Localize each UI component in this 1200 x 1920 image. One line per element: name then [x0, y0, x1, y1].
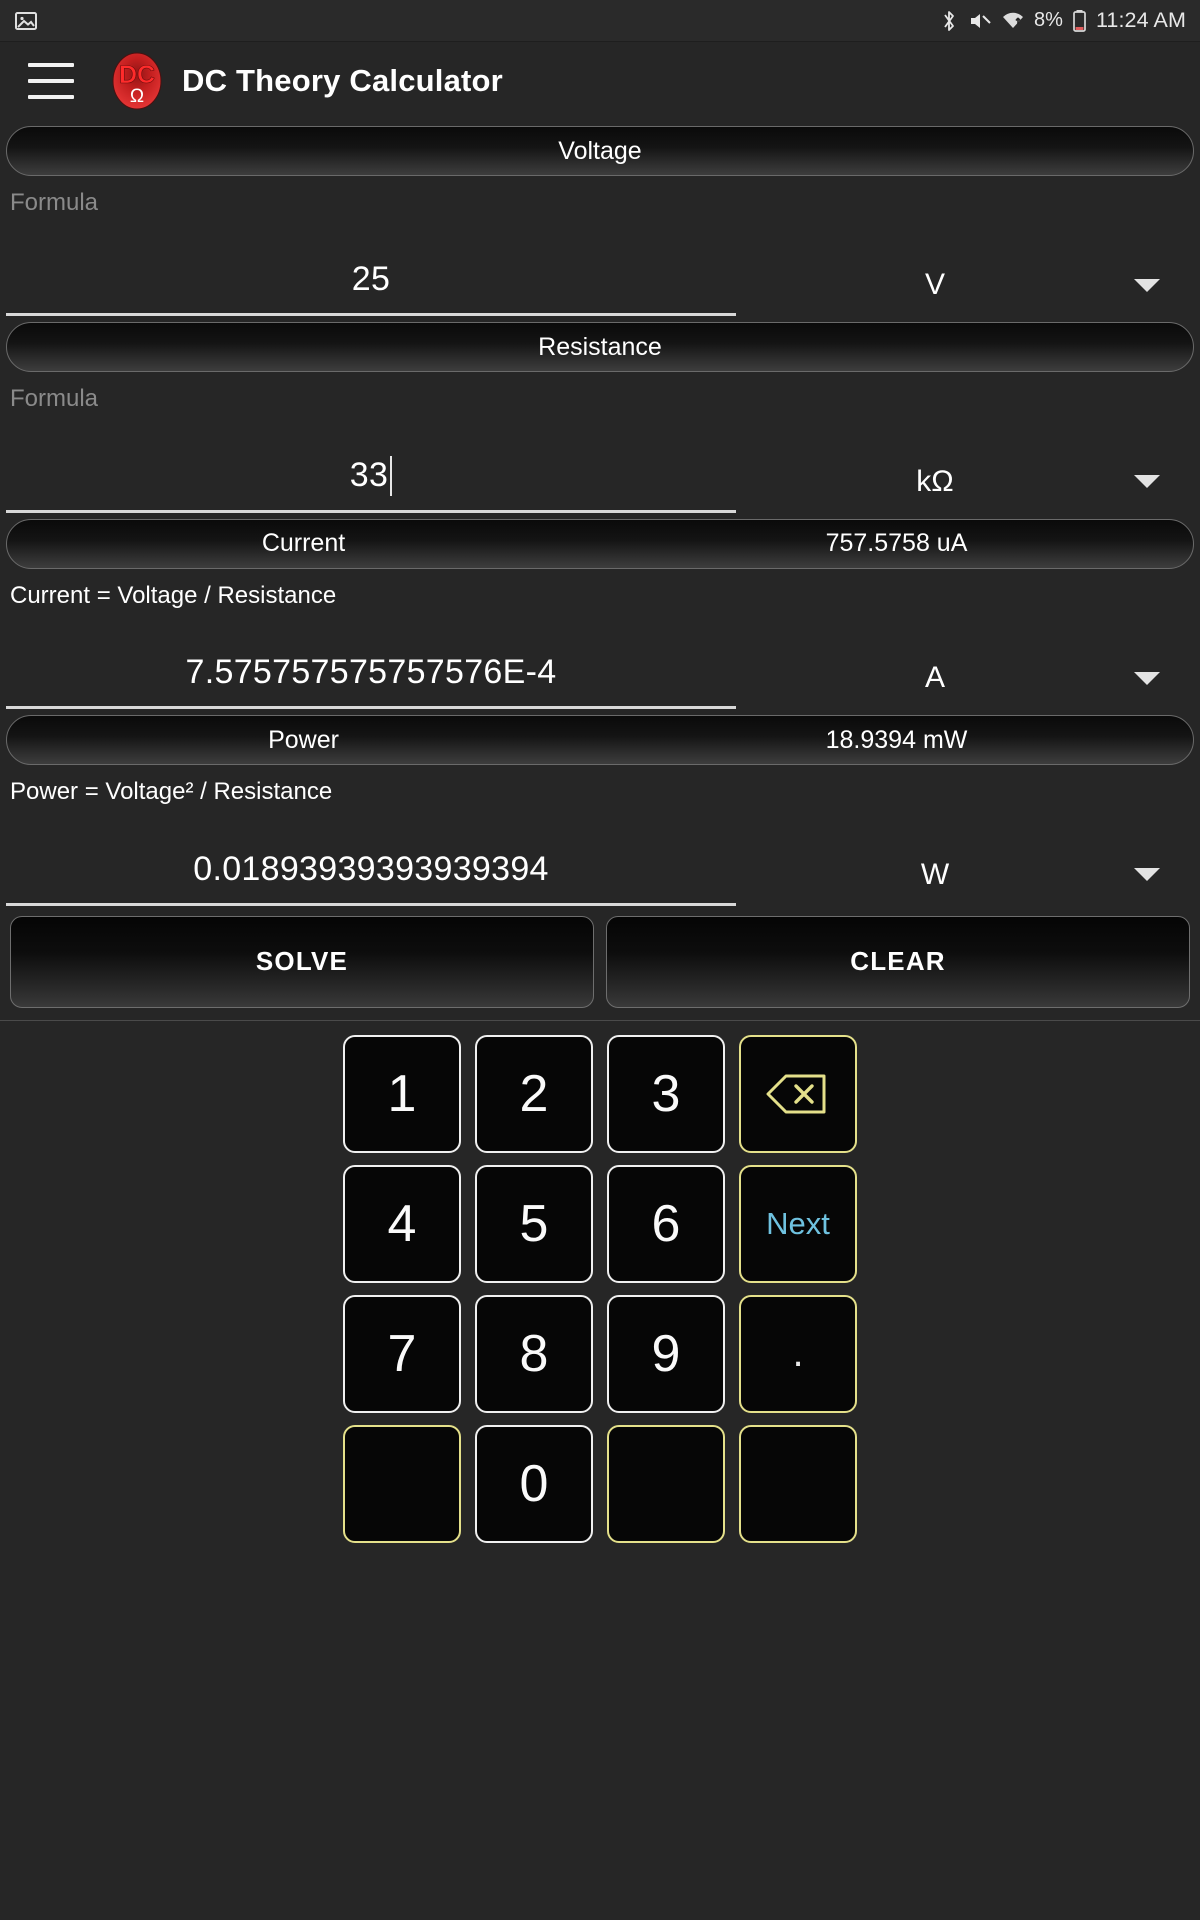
- field-formula-current: Current = Voltage / Resistance: [10, 581, 337, 609]
- clear-button[interactable]: CLEAR: [606, 915, 1190, 1008]
- field-header-voltage[interactable]: Voltage: [6, 126, 1194, 176]
- chevron-down-icon[interactable]: [1134, 671, 1160, 685]
- resistance-unit-select[interactable]: kΩ: [736, 465, 1194, 513]
- field-row-voltage: 25 V: [6, 216, 1194, 317]
- svg-text:Ω: Ω: [130, 86, 144, 107]
- voltage-value: 25: [351, 260, 391, 299]
- key-3[interactable]: 3: [607, 1034, 725, 1153]
- wifi-icon: [1001, 10, 1025, 32]
- key-7[interactable]: 7: [343, 1294, 461, 1413]
- field-formula-resistance: Formula: [10, 385, 99, 413]
- hamburger-menu-icon[interactable]: [28, 63, 74, 99]
- keypad-row: 7 8 9 .: [0, 1294, 1200, 1413]
- power-unit-select[interactable]: W: [736, 858, 1194, 906]
- key-blank-right[interactable]: [739, 1424, 857, 1543]
- volume-mute-icon: [968, 10, 992, 32]
- status-bar-right: 8% 11:24 AM: [939, 8, 1186, 33]
- calculator-content: Voltage Formula 25 V Resistance Formula …: [0, 126, 1200, 1020]
- key-blank-left[interactable]: [343, 1424, 461, 1543]
- current-unit-label: A: [924, 661, 945, 695]
- current-input[interactable]: 7.575757575757576E-4: [6, 653, 736, 710]
- resistance-input[interactable]: 33: [6, 455, 736, 513]
- battery-icon: [1072, 9, 1087, 33]
- field-row-current: 7.575757575757576E-4 A: [6, 609, 1194, 710]
- chevron-down-icon[interactable]: [1134, 278, 1160, 292]
- svg-text:DC: DC: [119, 61, 155, 89]
- key-2[interactable]: 2: [475, 1034, 593, 1153]
- key-6[interactable]: 6: [607, 1164, 725, 1283]
- dc-omega-logo-icon: DC Ω: [108, 52, 166, 110]
- field-label-power: Power: [268, 725, 339, 754]
- key-blank-middle[interactable]: [607, 1424, 725, 1543]
- key-4[interactable]: 4: [343, 1164, 461, 1283]
- key-5[interactable]: 5: [475, 1164, 593, 1283]
- power-input[interactable]: 0.01893939393939394: [6, 850, 736, 906]
- solve-button[interactable]: SOLVE: [10, 915, 594, 1008]
- field-label-current: Current: [261, 529, 346, 558]
- battery-percent-label: 8%: [1034, 9, 1063, 31]
- image-icon: [14, 9, 38, 33]
- keypad-row: 0: [0, 1424, 1200, 1543]
- key-next[interactable]: Next: [739, 1164, 857, 1283]
- text-cursor: [390, 455, 393, 496]
- numeric-keypad: 1 2 3 4 5 6 Next 7 8 9 . 0: [0, 1019, 1200, 1581]
- power-value: 0.01893939393939394: [193, 849, 549, 888]
- page-title: DC Theory Calculator: [182, 63, 503, 98]
- key-9[interactable]: 9: [607, 1294, 725, 1413]
- field-row-resistance: 33 kΩ: [6, 413, 1194, 513]
- chevron-down-icon[interactable]: [1134, 868, 1160, 882]
- current-value: 7.575757575757576E-4: [185, 653, 557, 692]
- field-header-resistance[interactable]: Resistance: [6, 322, 1194, 373]
- current-unit-select[interactable]: A: [736, 661, 1194, 709]
- field-header-power[interactable]: Power 18.9394 mW: [6, 715, 1194, 766]
- app-bar: DC Ω DC Theory Calculator: [0, 42, 1200, 120]
- resistance-value: 33: [349, 455, 389, 494]
- status-bar-left: [14, 9, 38, 33]
- keypad-row: 4 5 6 Next: [0, 1164, 1200, 1283]
- status-bar: 8% 11:24 AM: [0, 0, 1200, 42]
- key-backspace[interactable]: [739, 1034, 857, 1153]
- voltage-input[interactable]: 25: [6, 260, 736, 317]
- field-label-voltage: Voltage: [558, 136, 642, 165]
- voltage-unit-select[interactable]: V: [736, 268, 1194, 316]
- key-decimal-point[interactable]: .: [739, 1294, 857, 1413]
- power-unit-label: W: [920, 857, 950, 891]
- field-formula-power: Power = Voltage² / Resistance: [10, 778, 333, 806]
- bluetooth-icon: [939, 9, 959, 33]
- keypad-row: 1 2 3: [0, 1034, 1200, 1153]
- field-result-power: 18.9394 mW: [825, 725, 968, 754]
- voltage-unit-label: V: [924, 268, 945, 302]
- key-0[interactable]: 0: [475, 1424, 593, 1543]
- backspace-icon: [766, 1072, 830, 1116]
- key-8[interactable]: 8: [475, 1294, 593, 1413]
- field-header-current[interactable]: Current 757.5758 uA: [6, 518, 1194, 569]
- key-1[interactable]: 1: [343, 1034, 461, 1153]
- field-formula-voltage: Formula: [10, 189, 99, 216]
- field-row-power: 0.01893939393939394 W: [6, 806, 1194, 906]
- action-button-row: SOLVE CLEAR: [6, 906, 1194, 1020]
- field-label-resistance: Resistance: [538, 332, 662, 361]
- resistance-unit-label: kΩ: [916, 464, 954, 498]
- chevron-down-icon[interactable]: [1134, 475, 1160, 489]
- field-result-current: 757.5758 uA: [825, 529, 968, 558]
- status-bar-clock: 11:24 AM: [1095, 8, 1186, 32]
